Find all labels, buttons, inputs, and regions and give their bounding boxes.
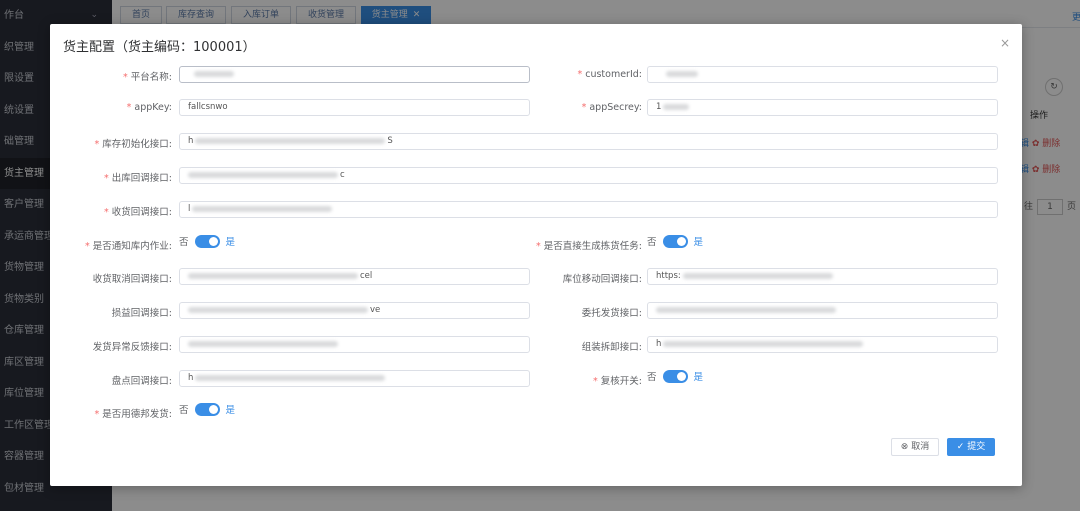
field-value: S bbox=[387, 136, 393, 146]
app-secret-input[interactable]: 1 bbox=[647, 99, 998, 116]
toggle-switch[interactable] bbox=[194, 235, 220, 248]
masked-value bbox=[663, 340, 864, 347]
masked-value bbox=[656, 306, 836, 313]
review-switch[interactable]: 否是 bbox=[647, 370, 704, 385]
close-icon[interactable]: × bbox=[1000, 36, 1010, 50]
switch-on-label: 是 bbox=[225, 405, 236, 416]
field-value: h bbox=[188, 136, 194, 146]
masked-value bbox=[188, 171, 338, 178]
outbound-callback-input[interactable]: c bbox=[179, 167, 998, 184]
field-value: https: bbox=[656, 271, 681, 281]
switch-on-label: 是 bbox=[225, 237, 236, 248]
consign-ship-label: 委托发货接口: bbox=[581, 308, 642, 319]
platform-name-input[interactable] bbox=[179, 66, 530, 83]
masked-value bbox=[188, 306, 368, 313]
app-key-label: * appKey: bbox=[126, 102, 172, 113]
receive-callback-input[interactable]: l bbox=[179, 201, 998, 218]
toggle-switch[interactable] bbox=[662, 235, 688, 248]
switch-off-label: 否 bbox=[647, 372, 657, 383]
outbound-callback-label: * 出库回调接口: bbox=[104, 173, 172, 184]
masked-value bbox=[188, 272, 358, 279]
field-value: cel bbox=[360, 271, 373, 281]
inventory-init-label: * 库存初始化接口: bbox=[94, 139, 172, 150]
debang-switch[interactable]: 否是 bbox=[179, 403, 236, 418]
masked-value bbox=[663, 103, 690, 110]
masked-value bbox=[666, 70, 698, 77]
stocktake-label: 盘点回调接口: bbox=[111, 376, 172, 387]
masked-value bbox=[194, 70, 234, 77]
switch-on-label: 是 bbox=[693, 237, 704, 248]
receive-callback-label: * 收货回调接口: bbox=[104, 207, 172, 218]
gen-picking-label: * 是否直接生成拣货任务: bbox=[536, 241, 642, 252]
masked-value bbox=[192, 205, 333, 212]
inventory-init-input[interactable]: hS bbox=[179, 133, 998, 150]
masked-value bbox=[195, 137, 386, 144]
toggle-switch[interactable] bbox=[662, 370, 688, 383]
switch-off-label: 否 bbox=[179, 237, 189, 248]
app-key-input[interactable]: fallcsnwo bbox=[179, 99, 530, 116]
gen-picking-switch[interactable]: 否是 bbox=[647, 235, 704, 250]
assembly-label: 组装拆卸接口: bbox=[581, 342, 642, 353]
location-move-label: 库位移动回调接口: bbox=[562, 274, 642, 285]
field-value: c bbox=[340, 170, 345, 180]
owner-config-dialog: 货主配置（货主编码：100001） × * 平台名称: * customerId: … bbox=[50, 24, 1022, 486]
toggle-switch[interactable] bbox=[194, 403, 220, 416]
cancel-button[interactable]: ⊗ 取消 bbox=[891, 438, 939, 456]
receive-cancel-input[interactable]: cel bbox=[179, 268, 530, 285]
receive-cancel-label: 收货取消回调接口: bbox=[92, 274, 172, 285]
customer-id-input[interactable] bbox=[647, 66, 998, 83]
customer-id-label: * customerId: bbox=[577, 69, 642, 80]
switch-on-label: 是 bbox=[693, 372, 704, 383]
field-value: ve bbox=[370, 305, 381, 315]
switch-off-label: 否 bbox=[179, 405, 189, 416]
masked-value bbox=[188, 340, 338, 347]
stocktake-input[interactable]: h bbox=[179, 370, 530, 387]
ship-exception-label: 发货异常反馈接口: bbox=[92, 342, 172, 353]
field-value: 1 bbox=[656, 102, 662, 112]
masked-value bbox=[195, 374, 386, 381]
dialog-title: 货主配置（货主编码：100001） bbox=[63, 40, 256, 55]
field-value: h bbox=[656, 339, 662, 349]
assembly-input[interactable]: h bbox=[647, 336, 998, 353]
switch-off-label: 否 bbox=[647, 237, 657, 248]
field-value: fallcsnwo bbox=[188, 102, 228, 112]
notify-warehouse-switch[interactable]: 否是 bbox=[179, 235, 236, 250]
ship-exception-input[interactable] bbox=[179, 336, 530, 353]
platform-name-label: * 平台名称: bbox=[123, 72, 172, 83]
masked-value bbox=[682, 272, 833, 279]
field-value: l bbox=[188, 204, 191, 214]
review-label: * 复核开关: bbox=[593, 376, 642, 387]
location-move-input[interactable]: https: bbox=[647, 268, 998, 285]
profit-loss-label: 损益回调接口: bbox=[111, 308, 172, 319]
profit-loss-input[interactable]: ve bbox=[179, 302, 530, 319]
debang-label: * 是否用德邦发货: bbox=[94, 409, 172, 420]
app-secret-label: * appSecrey: bbox=[581, 102, 642, 113]
notify-warehouse-label: * 是否通知库内作业: bbox=[85, 241, 172, 252]
submit-button[interactable]: ✓ 提交 bbox=[947, 438, 995, 456]
consign-ship-input[interactable] bbox=[647, 302, 998, 319]
field-value: h bbox=[188, 373, 194, 383]
